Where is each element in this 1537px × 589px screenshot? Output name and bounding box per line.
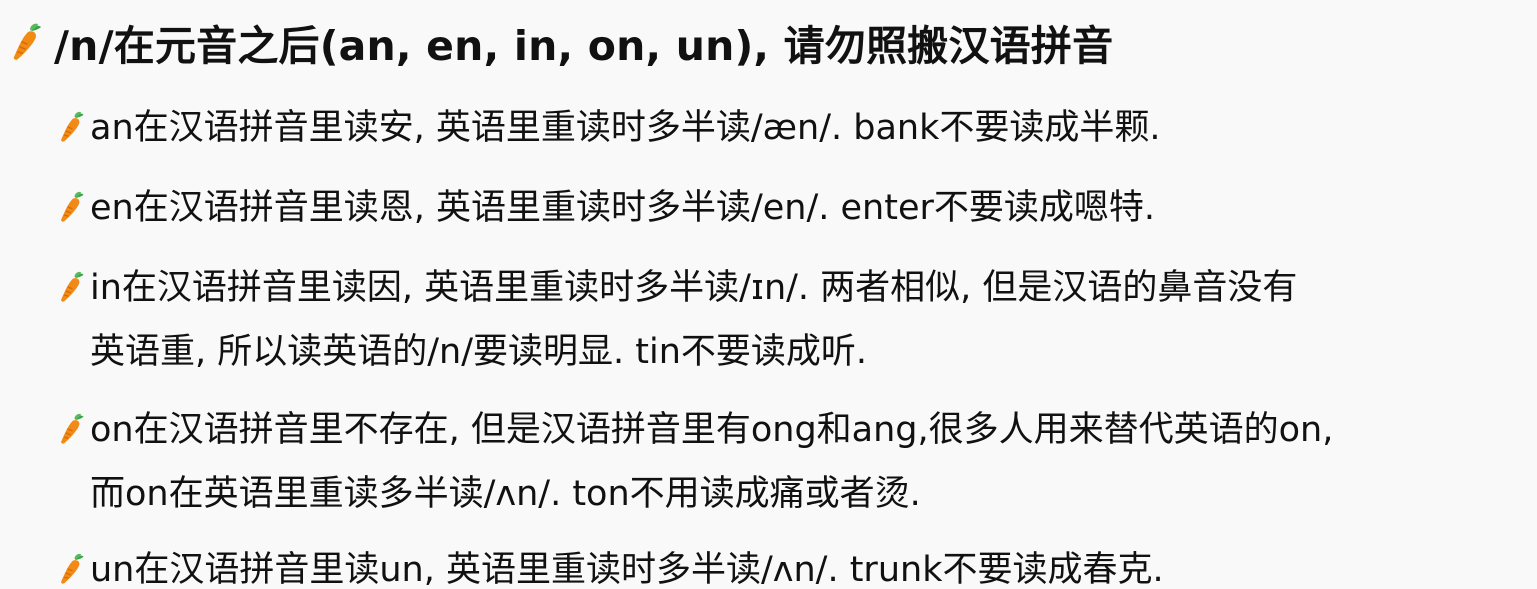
carrot-icon xyxy=(58,270,86,304)
bullet-text: on在汉语拼音里不存在, 但是汉语拼音里有ong和ang,很多人用来替代英语的o… xyxy=(90,398,1333,526)
carrot-icon xyxy=(58,190,86,224)
bullet-text: en在汉语拼音里读恩, 英语里重读时多半读/en/. enter不要读成嗯特. xyxy=(90,176,1155,240)
bullet-line: un在汉语拼音里读un, 英语里重读时多半读/ʌn/. trunk不要读成春克. xyxy=(90,550,1164,589)
bullet-line: en在汉语拼音里读恩, 英语里重读时多半读/en/. enter不要读成嗯特. xyxy=(90,188,1156,228)
bullet-item-an: an在汉语拼音里读安, 英语里重读时多半读/æn/. bank不要读成半颗. xyxy=(58,96,1161,160)
section-heading-row: /n/在元音之后(an, en, in, on, un), 请勿照搬汉语拼音 xyxy=(10,10,1113,74)
section-heading: /n/在元音之后(an, en, in, on, un), 请勿照搬汉语拼音 xyxy=(54,22,1114,70)
bullet-item-on: on在汉语拼音里不存在, 但是汉语拼音里有ong和ang,很多人用来替代英语的o… xyxy=(58,398,1333,526)
bullet-text: an在汉语拼音里读安, 英语里重读时多半读/æn/. bank不要读成半颗. xyxy=(90,96,1161,160)
bullet-line: in在汉语拼音里读因, 英语里重读时多半读/ɪn/. 两者相似, 但是汉语的鼻音… xyxy=(90,268,1298,308)
bullet-item-un: un在汉语拼音里读un, 英语里重读时多半读/ʌn/. trunk不要读成春克. xyxy=(58,538,1164,589)
bullet-text: in在汉语拼音里读因, 英语里重读时多半读/ɪn/. 两者相似, 但是汉语的鼻音… xyxy=(90,256,1297,384)
bullet-text: un在汉语拼音里读un, 英语里重读时多半读/ʌn/. trunk不要读成春克. xyxy=(90,538,1164,589)
bullet-item-en: en在汉语拼音里读恩, 英语里重读时多半读/en/. enter不要读成嗯特. xyxy=(58,176,1155,240)
bullet-line: on在汉语拼音里不存在, 但是汉语拼音里有ong和ang,很多人用来替代英语的o… xyxy=(90,410,1334,450)
bullet-line: 英语重, 所以读英语的/n/要读明显. tin不要读成听. xyxy=(90,332,868,372)
slide: /n/在元音之后(an, en, in, on, un), 请勿照搬汉语拼音 a… xyxy=(0,0,1537,589)
bullet-line: an在汉语拼音里读安, 英语里重读时多半读/æn/. bank不要读成半颗. xyxy=(90,108,1161,148)
carrot-icon xyxy=(58,552,86,586)
bullet-line: 而on在英语里重读多半读/ʌn/. ton不用读成痛或者烫. xyxy=(90,474,921,514)
carrot-icon xyxy=(58,412,86,446)
carrot-icon xyxy=(58,110,86,144)
carrot-icon xyxy=(10,22,44,62)
bullet-item-in: in在汉语拼音里读因, 英语里重读时多半读/ɪn/. 两者相似, 但是汉语的鼻音… xyxy=(58,256,1297,384)
